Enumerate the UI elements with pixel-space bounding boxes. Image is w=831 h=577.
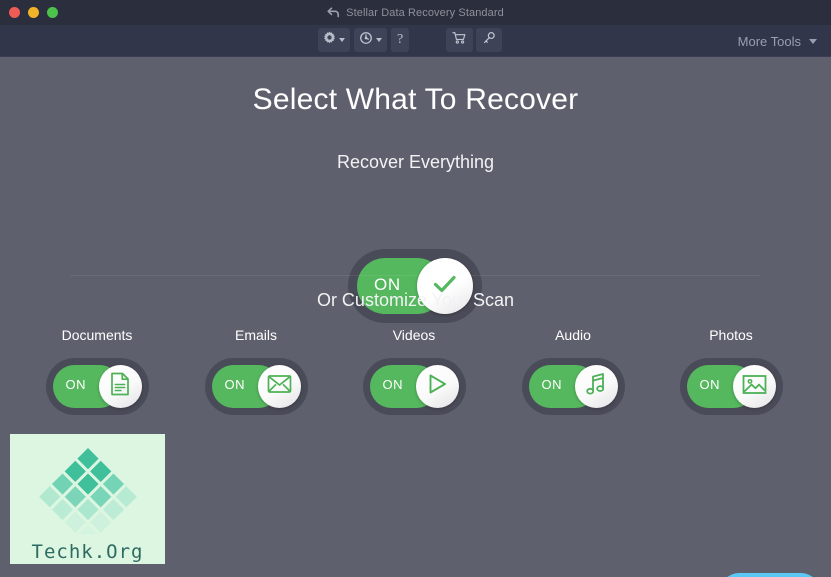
toolbar-group-secondary <box>446 28 502 52</box>
customize-scan-label: Or Customize Your Scan <box>316 290 515 310</box>
chevron-down-icon <box>809 38 817 44</box>
toggle-state-label: ON <box>65 377 86 392</box>
category-label: Documents <box>61 327 133 343</box>
play-icon <box>425 372 449 401</box>
emails-toggle[interactable]: ON <box>204 358 308 415</box>
toggle-state-label: ON <box>382 377 403 392</box>
question-mark-icon: ? <box>397 32 404 47</box>
category-videos: Videos ON <box>334 327 494 415</box>
category-label: Videos <box>392 327 436 343</box>
toggle-knob <box>415 365 459 408</box>
history-button[interactable] <box>354 28 387 52</box>
toolbar: ? More Tools <box>0 25 831 57</box>
chevron-down-icon <box>376 38 382 42</box>
watermark: Techk.Org <box>10 434 165 564</box>
documents-toggle[interactable]: ON <box>45 358 149 415</box>
more-tools-label: More Tools <box>737 33 801 49</box>
section-divider <box>70 275 760 276</box>
music-note-icon <box>585 372 607 401</box>
videos-toggle[interactable]: ON <box>362 358 466 415</box>
next-button[interactable]: Next <box>720 573 820 577</box>
settings-button[interactable] <box>318 28 350 52</box>
toggle-knob <box>732 365 776 408</box>
document-icon <box>109 372 131 401</box>
history-clock-icon <box>359 31 373 50</box>
gear-icon <box>323 31 336 49</box>
category-audio: Audio ON <box>493 327 653 415</box>
audio-toggle[interactable]: ON <box>521 358 625 415</box>
category-label: Audio <box>555 327 591 343</box>
toolbar-group-primary: ? <box>318 28 410 52</box>
page-title: Select What To Recover <box>252 83 579 116</box>
more-tools-menu[interactable]: More Tools <box>738 25 817 57</box>
help-button[interactable]: ? <box>391 28 410 52</box>
toggle-state-label: ON <box>699 377 720 392</box>
app-window: Stellar Data Recovery Standard ? More To… <box>0 0 831 577</box>
category-label: Emails <box>234 327 277 343</box>
category-toggles: Documents ON Emails ON Videos ON Audio O… <box>0 327 831 437</box>
toggle-knob <box>98 365 142 408</box>
title-bar: Stellar Data Recovery Standard <box>0 0 831 25</box>
recover-everything-toggle[interactable]: ON <box>348 249 482 323</box>
category-documents: Documents ON <box>17 327 177 415</box>
category-emails: Emails ON <box>176 327 336 415</box>
envelope-icon <box>267 374 292 399</box>
toggle-knob <box>574 365 618 408</box>
photos-toggle[interactable]: ON <box>679 358 783 415</box>
buy-button[interactable] <box>446 28 473 52</box>
category-label: Photos <box>709 327 753 343</box>
back-arrow-icon[interactable] <box>327 7 340 18</box>
diamond-grid-logo <box>32 442 144 546</box>
recover-everything-label: Recover Everything <box>336 152 495 172</box>
category-photos: Photos ON <box>651 327 811 415</box>
activate-button[interactable] <box>476 28 502 52</box>
toggle-state-label: ON <box>224 377 245 392</box>
toggle-knob <box>257 365 301 408</box>
shopping-cart-icon <box>452 31 467 50</box>
key-icon <box>482 31 496 50</box>
toggle-state-label: ON <box>541 377 562 392</box>
image-icon <box>742 374 767 400</box>
title-center: Stellar Data Recovery Standard <box>0 0 831 25</box>
chevron-down-icon <box>339 38 345 42</box>
window-title: Stellar Data Recovery Standard <box>346 6 504 19</box>
watermark-text: Techk.Org <box>31 541 144 563</box>
